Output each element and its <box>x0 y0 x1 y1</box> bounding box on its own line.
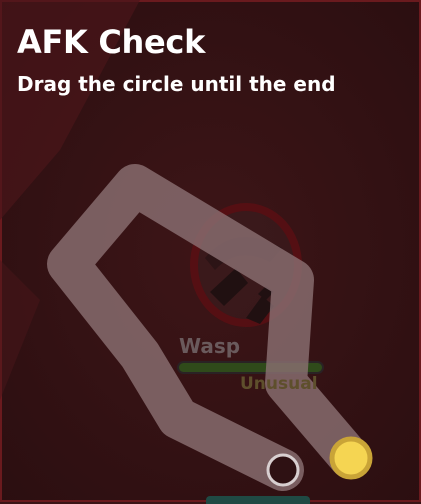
drag-handle-circle[interactable] <box>329 436 373 480</box>
bottom-tab-edge <box>206 496 310 504</box>
path-end-ring <box>266 453 300 487</box>
afk-check-instructions: Drag the circle until the end <box>17 72 336 96</box>
mob-name-label: Wasp <box>179 334 241 358</box>
mob-rarity-label: Unusual <box>240 374 318 394</box>
afk-check-title: AFK Check <box>17 23 206 61</box>
